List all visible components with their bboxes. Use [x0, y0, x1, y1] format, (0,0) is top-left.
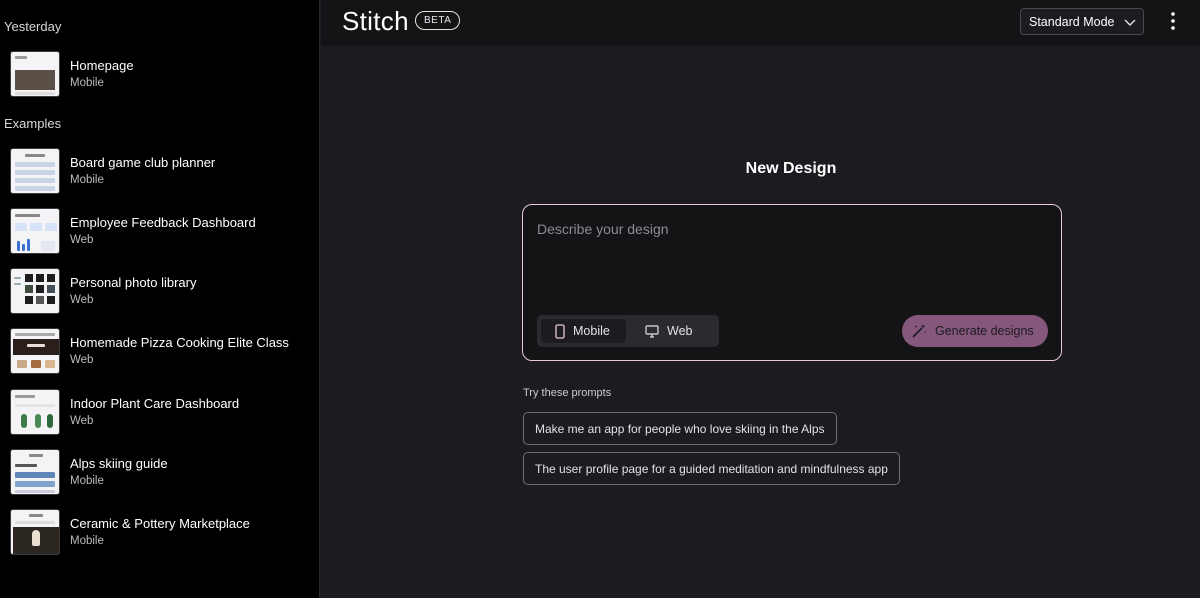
employee-feedback-thumbnail	[10, 208, 60, 254]
sidebar-item-alps-skiing[interactable]: Alps skiing guide Mobile	[10, 448, 310, 496]
item-subtitle: Mobile	[70, 174, 104, 186]
item-title: Ceramic & Pottery Marketplace	[70, 516, 250, 531]
item-title: Homepage	[70, 58, 134, 73]
item-subtitle: Web	[70, 294, 94, 306]
generate-designs-label: Generate designs	[935, 324, 1034, 338]
item-subtitle: Mobile	[70, 475, 104, 487]
item-title: Board game club planner	[70, 155, 216, 170]
page-title: New Design	[745, 160, 837, 177]
section-label-examples: Examples	[4, 116, 62, 131]
platform-mobile-button[interactable]: Mobile	[541, 319, 626, 343]
design-description-input[interactable]	[537, 221, 1037, 301]
plant-care-thumbnail	[10, 389, 60, 435]
magic-wand-icon	[912, 324, 926, 338]
suggestion-chip-meditation[interactable]: The user profile page for a guided medit…	[523, 452, 900, 485]
mode-dropdown-value: Standard Mode	[1029, 14, 1115, 29]
prompt-card: Mobile Web Generate designs	[522, 204, 1062, 361]
suggestion-chip-skiing[interactable]: Make me an app for people who love skiin…	[523, 412, 837, 445]
item-subtitle: Mobile	[70, 77, 104, 89]
platform-web-label: Web	[667, 324, 693, 338]
sidebar-item-ceramic-pottery[interactable]: Ceramic & Pottery Marketplace Mobile	[10, 508, 310, 556]
sidebar: Yesterday Homepage Mobile Examples Board…	[0, 0, 320, 598]
sidebar-item-board-game[interactable]: Board game club planner Mobile	[10, 147, 310, 195]
item-title: Employee Feedback Dashboard	[70, 215, 256, 230]
board-game-thumbnail	[10, 148, 60, 194]
mode-dropdown[interactable]: Standard Mode	[1020, 8, 1144, 35]
sidebar-item-pizza-class[interactable]: Homemade Pizza Cooking Elite Class Web	[10, 327, 310, 375]
item-subtitle: Web	[70, 354, 94, 366]
item-title: Alps skiing guide	[70, 456, 168, 471]
generate-designs-button[interactable]: Generate designs	[902, 315, 1048, 347]
item-title: Homemade Pizza Cooking Elite Class	[70, 335, 289, 350]
try-prompts-label: Try these prompts	[523, 387, 612, 399]
item-title: Personal photo library	[70, 275, 197, 290]
item-title: Indoor Plant Care Dashboard	[70, 396, 240, 411]
sidebar-item-homepage[interactable]: Homepage Mobile	[10, 50, 310, 98]
sidebar-item-employee-feedback[interactable]: Employee Feedback Dashboard Web	[10, 207, 310, 255]
monitor-icon	[645, 324, 659, 338]
item-subtitle: Web	[70, 415, 94, 427]
photo-library-thumbnail	[10, 268, 60, 314]
more-vertical-icon[interactable]	[1169, 11, 1177, 31]
item-subtitle: Web	[70, 234, 94, 246]
section-label-yesterday: Yesterday	[4, 19, 62, 34]
platform-web-button[interactable]: Web	[631, 319, 715, 343]
platform-toggle: Mobile Web	[537, 315, 719, 347]
sidebar-item-photo-library[interactable]: Personal photo library Web	[10, 267, 310, 315]
beta-badge: BETA	[415, 11, 461, 30]
homepage-thumbnail	[10, 51, 60, 97]
item-subtitle: Mobile	[70, 535, 104, 547]
top-bar: Stitch BETA Standard Mode	[321, 0, 1200, 46]
ceramic-pottery-thumbnail	[10, 509, 60, 555]
phone-icon	[555, 323, 565, 339]
chevron-down-icon	[1124, 19, 1136, 26]
pizza-class-thumbnail	[10, 328, 60, 374]
sidebar-item-plant-care[interactable]: Indoor Plant Care Dashboard Web	[10, 388, 310, 436]
app-logo[interactable]: Stitch	[342, 6, 409, 37]
alps-skiing-thumbnail	[10, 449, 60, 495]
platform-mobile-label: Mobile	[573, 324, 610, 338]
